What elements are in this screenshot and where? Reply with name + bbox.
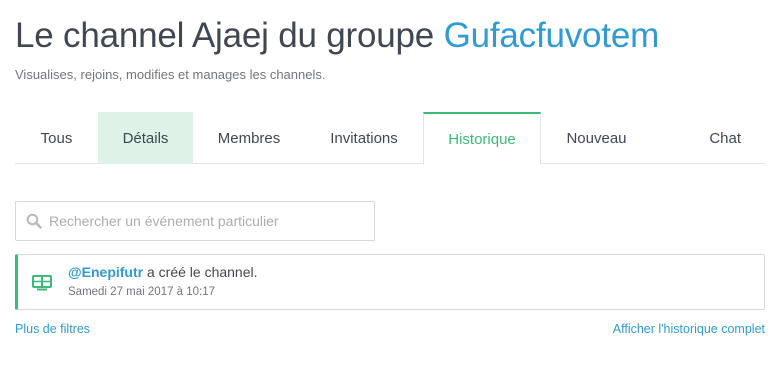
tab-tous[interactable]: Tous <box>15 112 98 164</box>
history-event: @Enepifutr a créé le channel. Samedi 27 … <box>15 254 765 310</box>
page-subtitle: Visualises, rejoins, modifies et manages… <box>15 67 326 82</box>
full-history-link[interactable]: Afficher l'historique complet <box>613 322 765 336</box>
page-title: Le channel Ajaej du groupe Gufacfuvotem <box>15 16 659 56</box>
tab-chat[interactable]: Chat <box>652 112 765 164</box>
tab-nouveau[interactable]: Nouveau <box>541 112 652 164</box>
group-name: Gufacfuvotem <box>443 16 660 55</box>
tab-historique[interactable]: Historique <box>423 112 541 165</box>
event-date: Samedi 27 mai 2017 à 10:17 <box>68 286 216 298</box>
search-input[interactable] <box>49 213 349 229</box>
event-user-link[interactable]: @Enepifutr <box>68 264 143 280</box>
event-description: @Enepifutr a créé le channel. <box>68 264 258 280</box>
more-filters-link[interactable]: Plus de filtres <box>15 322 90 336</box>
tab-details[interactable]: Détails <box>98 112 193 164</box>
tab-bar: Tous Détails Membres Invitations Histori… <box>15 112 765 165</box>
channel-icon <box>32 275 52 291</box>
page: Le channel Ajaej du groupe Gufacfuvotem … <box>0 0 779 365</box>
tab-membres[interactable]: Membres <box>193 112 305 164</box>
tab-invitations[interactable]: Invitations <box>305 112 423 164</box>
search-icon <box>26 213 42 229</box>
event-search[interactable] <box>15 201 375 241</box>
event-action: a créé le channel. <box>143 264 258 280</box>
page-title-prefix: Le channel Ajaej du groupe <box>15 16 444 55</box>
